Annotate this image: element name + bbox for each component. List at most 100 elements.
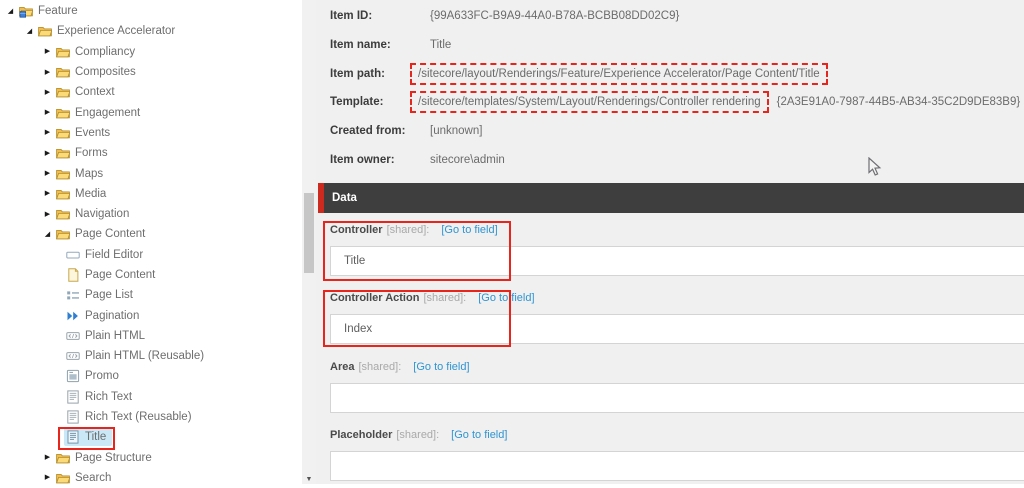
folder-icon bbox=[38, 24, 52, 38]
detail-value-annotated: /sitecore/layout/Renderings/Feature/Expe… bbox=[410, 62, 828, 85]
plain-html-icon bbox=[66, 349, 80, 363]
tree-item-label: Experience Accelerator bbox=[57, 25, 176, 38]
tree-item-compliancy[interactable]: ▶ Compliancy bbox=[0, 42, 302, 62]
tree-item-label: Plain HTML bbox=[85, 329, 146, 342]
field-input-placeholder[interactable] bbox=[330, 450, 1024, 481]
field-editor-icon bbox=[66, 248, 80, 262]
section-title: Data bbox=[332, 192, 357, 204]
tree-item-rich-text-reusable[interactable]: Rich Text (Reusable) bbox=[0, 407, 302, 427]
folder-icon bbox=[56, 207, 70, 221]
detail-row-item-name: Item name: Title bbox=[316, 31, 1024, 60]
field-group-area: Area [shared]: [Go to field] bbox=[316, 359, 1024, 413]
node-chip: Pagination bbox=[64, 307, 145, 325]
collapsed-arrow-icon[interactable]: ▶ bbox=[41, 150, 54, 157]
tree-item-composites[interactable]: ▶ Composites bbox=[0, 62, 302, 82]
tree-item-navigation[interactable]: ▶ Navigation bbox=[0, 204, 302, 224]
folder-icon bbox=[56, 146, 70, 160]
collapsed-arrow-icon[interactable]: ▶ bbox=[41, 129, 54, 136]
item-details-panel: Item ID: {99A633FC-B9A9-44A0-B78A-BCBB08D… bbox=[316, 0, 1024, 484]
tree-item-label: Compliancy bbox=[75, 45, 136, 58]
field-input-controller[interactable] bbox=[330, 246, 1024, 276]
section-accent-bar bbox=[318, 183, 324, 213]
collapsed-arrow-icon[interactable]: ▶ bbox=[41, 190, 54, 197]
go-to-field-link[interactable]: [Go to field] bbox=[451, 429, 507, 441]
folder-icon bbox=[56, 471, 70, 485]
go-to-field-link[interactable]: [Go to field] bbox=[413, 361, 469, 373]
tree-item-plain-html-reusable[interactable]: Plain HTML (Reusable) bbox=[0, 346, 302, 366]
tree-item-label: Rich Text (Reusable) bbox=[85, 411, 192, 424]
collapsed-arrow-icon[interactable]: ▶ bbox=[41, 48, 54, 55]
field-group-placeholder: Placeholder [shared]: [Go to field] bbox=[316, 427, 1024, 481]
node-chip: Context bbox=[54, 83, 121, 101]
detail-row-item-id: Item ID: {99A633FC-B9A9-44A0-B78A-BCBB08D… bbox=[316, 2, 1024, 31]
scrollbar-down-arrow-icon[interactable]: ▼ bbox=[302, 476, 316, 483]
field-label-row: Placeholder [shared]: [Go to field] bbox=[330, 427, 1024, 443]
field-name: Controller bbox=[330, 224, 383, 236]
page-list-icon bbox=[66, 288, 80, 302]
scrollbar-thumb[interactable] bbox=[304, 193, 314, 273]
expanded-arrow-icon[interactable]: ◢ bbox=[23, 28, 36, 35]
tree-item-rich-text[interactable]: Rich Text bbox=[0, 387, 302, 407]
detail-value: sitecore\admin bbox=[430, 153, 505, 166]
node-chip: Search bbox=[54, 469, 117, 487]
tree-item-promo[interactable]: Promo bbox=[0, 366, 302, 386]
collapsed-arrow-icon[interactable]: ▶ bbox=[41, 170, 54, 177]
tree-item-events[interactable]: ▶ Events bbox=[0, 123, 302, 143]
tree-item-page-content[interactable]: ◢ Page Content bbox=[0, 224, 302, 244]
tree-item-maps[interactable]: ▶ Maps bbox=[0, 163, 302, 183]
go-to-field-link[interactable]: [Go to field] bbox=[441, 224, 497, 236]
node-chip: Rich Text (Reusable) bbox=[64, 408, 198, 426]
node-chip: Engagement bbox=[54, 104, 146, 122]
tree-item-label: Feature bbox=[38, 5, 78, 18]
go-to-field-link[interactable]: [Go to field] bbox=[478, 292, 534, 304]
tree-item-engagement[interactable]: ▶ Engagement bbox=[0, 102, 302, 122]
detail-row-template: Template:/sitecore/templates/System/Layo… bbox=[316, 88, 1024, 117]
title-icon bbox=[66, 430, 80, 444]
tree-item-page-list[interactable]: Page List bbox=[0, 285, 302, 305]
tree-item-page-structure[interactable]: ▶ Page Structure bbox=[0, 448, 302, 468]
field-input-controller-action[interactable] bbox=[330, 314, 1024, 345]
tree-item-feature[interactable]: ◢ Feature bbox=[0, 1, 302, 21]
collapsed-arrow-icon[interactable]: ▶ bbox=[41, 474, 54, 481]
node-chip: Media bbox=[54, 185, 112, 203]
tree-item-forms[interactable]: ▶ Forms bbox=[0, 143, 302, 163]
collapsed-arrow-icon[interactable]: ▶ bbox=[41, 89, 54, 96]
shared-badge: [shared]: bbox=[396, 428, 440, 441]
collapsed-arrow-icon[interactable]: ▶ bbox=[41, 69, 54, 76]
field-name: Area bbox=[330, 360, 355, 373]
tree-item-label: Composites bbox=[75, 66, 136, 79]
tree-item-label: Page Content bbox=[85, 269, 156, 281]
tree-item-context[interactable]: ▶ Context bbox=[0, 82, 302, 102]
collapsed-arrow-icon[interactable]: ▶ bbox=[41, 211, 54, 218]
shared-badge: [shared]: bbox=[386, 224, 430, 236]
tree-item-label: Engagement bbox=[75, 106, 141, 119]
tree-item-experience-accelerator[interactable]: ◢ Experience Accelerator bbox=[0, 21, 302, 41]
tree-item-label: Rich Text bbox=[85, 390, 133, 403]
tree-item-plain-html[interactable]: Plain HTML bbox=[0, 326, 302, 346]
folder-icon bbox=[56, 227, 70, 241]
shared-badge: [shared]: bbox=[423, 292, 467, 305]
folder-icon bbox=[56, 85, 70, 99]
tree-item-page-content[interactable]: Page Content bbox=[0, 265, 302, 285]
data-section-header: Data bbox=[318, 183, 1024, 213]
folder-icon bbox=[56, 167, 70, 181]
tree-item-media[interactable]: ▶ Media bbox=[0, 184, 302, 204]
tree-item-field-editor[interactable]: Field Editor bbox=[0, 245, 302, 265]
node-chip: Field Editor bbox=[64, 246, 149, 264]
field-group-controller-action: Controller Action [shared]: [Go to field] bbox=[316, 290, 1024, 345]
expanded-arrow-icon[interactable]: ◢ bbox=[4, 8, 17, 15]
tree-item-label: Page Structure bbox=[75, 451, 152, 464]
tree-item-title[interactable]: Title bbox=[0, 427, 302, 447]
tree-scrollbar[interactable]: ▼ bbox=[302, 0, 316, 484]
node-chip: Navigation bbox=[54, 205, 135, 223]
tree-item-search[interactable]: ▶ Search bbox=[0, 468, 302, 488]
node-chip: Feature bbox=[17, 2, 84, 20]
content-tree: ◢ Feature ◢ Experience Accelerator ▶ Complian… bbox=[0, 0, 302, 484]
collapsed-arrow-icon[interactable]: ▶ bbox=[41, 109, 54, 116]
node-chip: Plain HTML bbox=[64, 327, 151, 345]
collapsed-arrow-icon[interactable]: ▶ bbox=[41, 454, 54, 461]
folder-icon bbox=[56, 187, 70, 201]
expanded-arrow-icon[interactable]: ◢ bbox=[41, 231, 54, 238]
field-input-area[interactable] bbox=[330, 382, 1024, 413]
tree-item-pagination[interactable]: Pagination bbox=[0, 305, 302, 325]
